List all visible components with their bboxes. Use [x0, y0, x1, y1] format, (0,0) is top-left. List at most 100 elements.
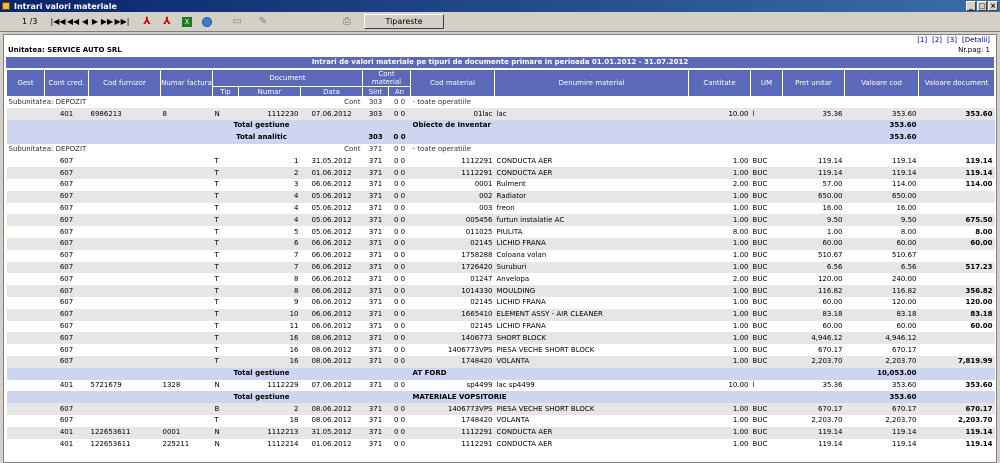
cell-um: BUC: [750, 344, 783, 357]
cell-numar: 6: [238, 238, 301, 250]
table-row[interactable]: 607 T 16 08.06.2012 371 0 0 1748420 VOLANTA 1.00…: [6, 356, 995, 368]
total-row[interactable]: Total analitic 303 0 0 353.60: [6, 131, 995, 144]
pdf-export-icon[interactable]: ⅄: [160, 15, 174, 29]
total-row[interactable]: Total gestiune Obiecte de Inventar 353.60: [6, 120, 995, 132]
table-row[interactable]: 607 T 3 06.06.2012 371 0 0 0001 Rulment 2.00 BUC 5…: [6, 179, 995, 191]
table-row[interactable]: 401 122653611 0001 N 1112213 31.05.2012 371 0 0…: [6, 426, 995, 439]
table-row[interactable]: 607 T 6 06.06.2012 371 0 0 02145 LICHID FRANA 1.…: [6, 238, 995, 250]
cell-an: 0 0: [388, 179, 411, 191]
subunit-row[interactable]: Subunitatea: DEPOZIT Cont 371 0 0- toate op…: [6, 143, 995, 156]
cell-um: BUC: [750, 285, 783, 298]
link-details[interactable]: [Detalii]: [962, 36, 990, 44]
table-row[interactable]: 607 T 8 06.06.2012 371 0 0 1014330 MOULDING 1.00…: [6, 285, 995, 298]
table-row[interactable]: 607 T 16 08.06.2012 371 0 0 1406773VPS PIESA VE…: [6, 344, 995, 357]
cell-data: 06.06.2012: [300, 285, 363, 298]
table-row[interactable]: 401 5721679 1328 N 1112229 07.06.2012 371 0 0 sp…: [6, 379, 995, 392]
next-page-button[interactable]: ▶: [90, 15, 100, 29]
cell-sint: 371: [362, 308, 389, 321]
cell-valoare-cod: 119.14: [844, 167, 919, 180]
cell-cod-material: 1112291: [410, 167, 495, 180]
cell-valoare-cod: 650.00: [844, 190, 919, 203]
close-button[interactable]: ×: [988, 1, 998, 11]
total-row[interactable]: Total gestiune AT FORD 10,053.00: [6, 367, 995, 380]
cell-tip: T: [212, 155, 239, 168]
cell-an: 0 0: [388, 308, 411, 321]
table-row[interactable]: 607 T 10 06.06.2012 371 0 0 1665410 ELEMENT ASS…: [6, 308, 995, 321]
tools-icon[interactable]: ✎: [256, 15, 270, 29]
table-row[interactable]: 607 T 7 06.06.2012 371 0 0 1758288 Coloana vola…: [6, 249, 995, 262]
prev-page-button[interactable]: ◀: [80, 15, 90, 29]
cont-an: 0 0: [388, 96, 411, 109]
cell-pret: 2,203.70: [782, 356, 845, 368]
cell-tip: T: [212, 356, 239, 368]
total-an: [388, 120, 411, 132]
print-button[interactable]: Tipareste: [364, 14, 444, 29]
cell-an: 0 0: [388, 261, 411, 274]
cell-denumire: CONDUCTA AER: [494, 155, 689, 168]
excel-icon[interactable]: X: [180, 15, 194, 29]
cell-cod-furnizor: [88, 332, 161, 345]
table-row[interactable]: 607 T 2 01.06.2012 371 0 0 1112291 CONDUCTA AER…: [6, 167, 995, 180]
table-row[interactable]: 607 T 8 06.06.2012 371 0 0 01247 Anvelopa 2.00 BU…: [6, 273, 995, 286]
minimize-button[interactable]: _: [966, 1, 976, 11]
cell-valoare-doc: 517.23: [918, 261, 995, 274]
cell-gest: [6, 297, 45, 309]
cell-cont-cred: 607: [44, 226, 89, 239]
col-cod-furnizor: Cod furnizor: [88, 69, 161, 97]
next-block-button[interactable]: ▶▶: [100, 15, 114, 29]
cell-cont-cred: 401: [44, 108, 89, 121]
cell-cantitate: 1.00: [688, 415, 751, 427]
cell-gest: [6, 155, 45, 168]
table-row[interactable]: 607 T 1 31.05.2012 371 0 0 1112291 CONDUCTA AER…: [6, 155, 995, 168]
cell-tip: T: [212, 415, 239, 427]
first-page-button[interactable]: |◀◀: [50, 15, 66, 29]
maximize-button[interactable]: □: [977, 1, 987, 11]
table-row[interactable]: 401 122653611 225211 N 1112214 01.06.2012 371 0…: [6, 438, 995, 451]
cell-cantitate: 1.00: [688, 320, 751, 333]
printer-icon[interactable]: ⎙: [340, 15, 354, 29]
cell-cantitate: 10.00: [688, 108, 751, 121]
table-row[interactable]: 607 T 16 08.06.2012 371 0 0 1406773 SHORT BLOCK…: [6, 332, 995, 345]
cell-pret: 35.36: [782, 108, 845, 121]
total-name: AT FORD: [410, 367, 845, 380]
cell-sint: 371: [362, 273, 389, 286]
table-row[interactable]: 607 T 4 05.06.2012 371 0 0 005456 furtun instal…: [6, 214, 995, 227]
cell-denumire: PIESA VECHE SHORT BLOCK: [494, 403, 689, 416]
table-row[interactable]: 607 T 4 05.06.2012 371 0 0 002 Radiator 1.00 BUC 6…: [6, 190, 995, 203]
operations-label: - toate operatiile: [410, 143, 995, 156]
browser-icon[interactable]: [200, 15, 214, 29]
link-3[interactable]: [3]: [947, 36, 957, 44]
table-row[interactable]: 607 T 4 05.06.2012 371 0 0 003 freon 1.00 BUC 16.0…: [6, 202, 995, 215]
table-row[interactable]: 607 T 5 05.06.2012 371 0 0 011025 PIULITA 8.00 BU…: [6, 226, 995, 239]
cell-cod-material: 02145: [410, 297, 495, 309]
link-1[interactable]: [1]: [917, 36, 927, 44]
cell-cod-material: 0001: [410, 179, 495, 191]
table-row[interactable]: 607 T 7 06.06.2012 371 0 0 1726420 Suruburi 1.00…: [6, 261, 995, 274]
cell-pret: 650.00: [782, 190, 845, 203]
subunit-row[interactable]: Subunitatea: DEPOZIT Cont 303 0 0- toate op…: [6, 96, 995, 109]
cell-cont-cred: 607: [44, 202, 89, 215]
table-row[interactable]: 607 B 2 08.06.2012 371 0 0 1406773VPS PIESA VEC…: [6, 403, 995, 416]
cell-cod-furnizor: [88, 226, 161, 239]
cell-valoare-cod: 4,946.12: [844, 332, 919, 345]
total-value: 353.60: [844, 131, 919, 144]
document-icon[interactable]: ▭: [230, 15, 244, 29]
table-row[interactable]: 607 T 9 06.06.2012 371 0 0 02145 LICHID FRANA 1.…: [6, 297, 995, 309]
cell-cod-furnizor: [88, 297, 161, 309]
table-row[interactable]: 607 T 11 06.06.2012 371 0 0 02145 LICHID FRANA 1…: [6, 320, 995, 333]
cell-numar-factura: [160, 226, 213, 239]
pdf-icon[interactable]: ⅄: [140, 15, 154, 29]
total-row[interactable]: Total gestiune MATERIALE VOPSITORIE 353.60: [6, 391, 995, 404]
cont-label: Cont: [300, 143, 363, 156]
last-page-button[interactable]: ▶▶|: [114, 15, 130, 29]
link-2[interactable]: [2]: [932, 36, 942, 44]
table-row[interactable]: 401 6986213 8 N 1112230 07.06.2012 303 0 0 01lac…: [6, 108, 995, 121]
prev-block-button[interactable]: ◀◀: [66, 15, 80, 29]
cell-valoare-doc: [918, 332, 995, 345]
cell-valoare-doc: 356.82: [918, 285, 995, 298]
cell-um: BUC: [750, 438, 783, 451]
cell-valoare-cod: 670.17: [844, 344, 919, 357]
cell-valoare-doc: [918, 273, 995, 286]
cell-um: BUC: [750, 179, 783, 191]
table-row[interactable]: 607 T 18 08.06.2012 371 0 0 1748420 VOLANTA 1.00…: [6, 415, 995, 427]
